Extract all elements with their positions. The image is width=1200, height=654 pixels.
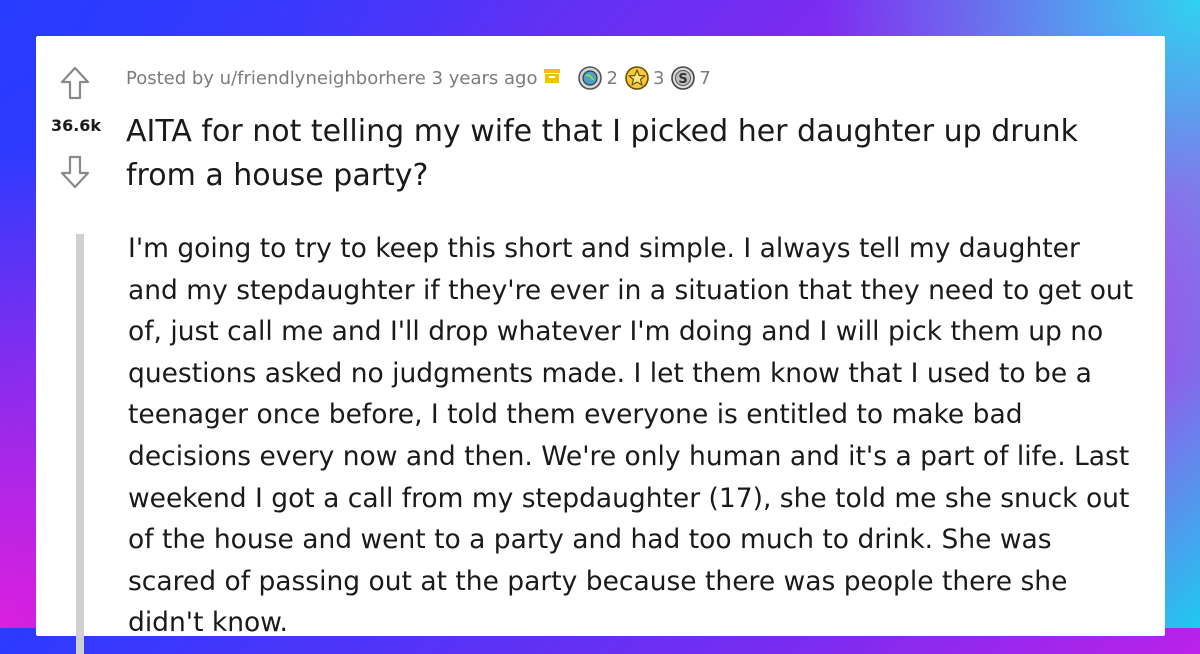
post-card: 36.6k Posted by u/friendlyneighborhere 3…	[36, 36, 1165, 654]
upvote-button[interactable]	[60, 66, 90, 100]
star-award-icon	[625, 66, 649, 90]
upvote-arrow-icon	[60, 66, 90, 100]
award-count: 3	[652, 67, 665, 89]
vote-score: 36.6k	[50, 116, 102, 135]
post-title[interactable]: AITA for not telling my wife that I pick…	[126, 110, 1156, 198]
downvote-arrow-icon	[60, 155, 90, 189]
posted-by-text: Posted by u/friendlyneighborhere 3 years…	[126, 67, 538, 89]
award-silver[interactable]: S 7	[670, 65, 711, 91]
award-star[interactable]: 3	[624, 65, 664, 91]
award-count: 7	[699, 67, 711, 89]
post-meta: Posted by u/friendlyneighborhere 3 years…	[126, 66, 711, 90]
globe-award-icon	[578, 66, 603, 90]
award-globe[interactable]: 2	[577, 65, 618, 91]
downvote-button[interactable]	[60, 155, 90, 189]
silver-award-icon: S	[671, 66, 696, 90]
quote-bar	[76, 234, 84, 654]
post-body: I'm going to try to keep this short and …	[128, 233, 1134, 639]
award-count: 2	[606, 67, 618, 89]
archived-icon	[543, 67, 561, 90]
svg-text:S: S	[679, 72, 688, 87]
